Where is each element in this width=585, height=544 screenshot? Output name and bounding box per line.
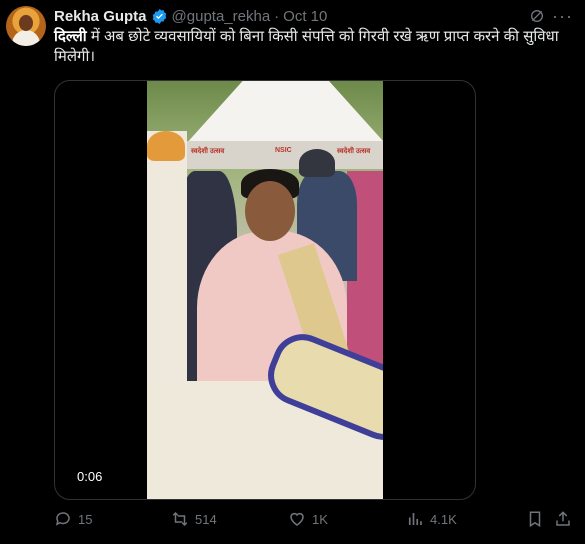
share-icon: [556, 511, 570, 526]
tweet-text: दिल्ली में अब छोटे व्यवसायियों को बिना क…: [54, 27, 574, 67]
tweet-actions: 15 514 1K 4.1K: [54, 510, 574, 532]
person-left: [147, 131, 187, 401]
banner-text-left: स्वदेशी उत्सव: [191, 148, 225, 155]
repost-count: 514: [195, 511, 217, 527]
event-banner: स्वदेशी उत्सव NSIC स्वदेशी उत्सव: [187, 141, 383, 169]
like-button[interactable]: 1K: [288, 510, 328, 528]
views-count: 4.1K: [430, 511, 457, 527]
share-button[interactable]: [554, 510, 572, 528]
more-options-icon[interactable]: ···: [552, 6, 573, 27]
reply-button[interactable]: 15: [54, 510, 92, 528]
repost-button[interactable]: 514: [171, 510, 217, 528]
video-timecode: 0:06: [73, 467, 107, 486]
tent-canopy: [188, 81, 383, 141]
bookmark-button[interactable]: [526, 510, 544, 528]
heart-icon: [290, 512, 304, 526]
author-handle[interactable]: @gupta_rekha: [172, 8, 271, 25]
reply-icon: [55, 512, 70, 526]
bookmark-icon: [529, 511, 541, 528]
author-name[interactable]: Rekha Gupta: [54, 8, 147, 25]
avatar-image: [12, 30, 40, 46]
repost-icon: [172, 511, 188, 527]
tweet-date[interactable]: Oct 10: [283, 8, 327, 25]
avatar-face: [19, 15, 33, 31]
reply-count: 15: [78, 511, 93, 527]
turban-dark: [299, 149, 335, 177]
video-player[interactable]: स्वदेशी उत्सव NSIC स्वदेशी उत्सव 0:06: [54, 80, 476, 500]
grok-icon[interactable]: [529, 8, 545, 24]
author-avatar[interactable]: [6, 6, 46, 46]
banner-text-right: स्वदेशी उत्सव: [337, 148, 371, 155]
tweet-header: Rekha Gupta @gupta_rekha · Oct 10: [54, 7, 327, 25]
views-icon: [408, 513, 422, 525]
turban-saffron: [147, 131, 185, 161]
separator-dot: ·: [274, 7, 280, 25]
video-frame[interactable]: स्वदेशी उत्सव NSIC स्वदेशी उत्सव: [147, 81, 383, 499]
verified-badge-icon: [152, 8, 166, 24]
woman-face: [245, 181, 295, 241]
like-count: 1K: [312, 511, 328, 527]
tweet-text-body: में अब छोटे व्यवसायियों को बिना किसी संप…: [54, 28, 559, 65]
banner-text-mid: NSIC: [275, 147, 292, 154]
tweet-text-highlight[interactable]: दिल्ली: [54, 28, 87, 45]
views-button[interactable]: 4.1K: [406, 510, 457, 528]
